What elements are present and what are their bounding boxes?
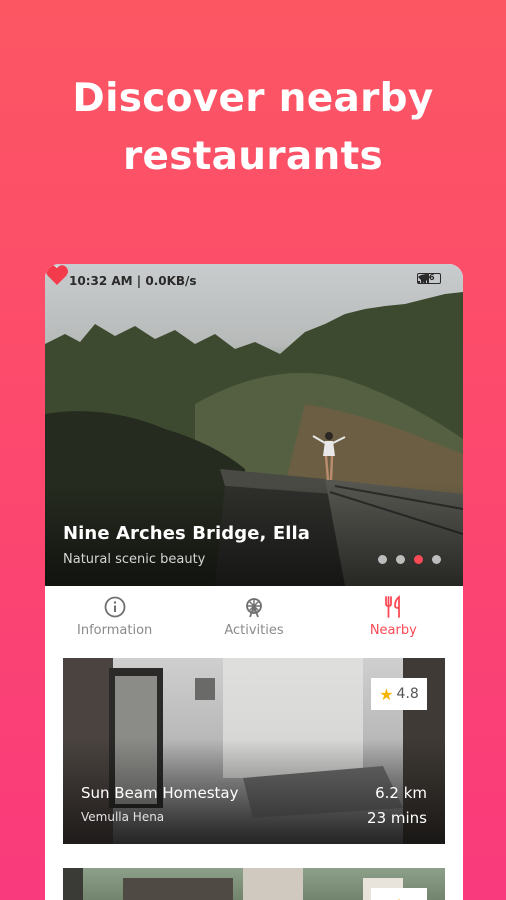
restaurant-travel-time: 23 mins [367, 809, 427, 827]
status-bar: 10:32 AM | 0.0KB/s 26 [45, 264, 463, 300]
star-icon: ★ [392, 895, 406, 900]
restaurant-card[interactable]: ★ [63, 868, 445, 900]
tab-information[interactable]: Information [45, 586, 184, 654]
status-icons: 26 [417, 273, 441, 284]
restaurant-name: Sun Beam Homestay [81, 784, 239, 802]
wifi-icon [418, 274, 430, 283]
tab-activities-label: Activities [224, 623, 284, 638]
rating-value: 4.8 [396, 686, 419, 702]
headline-line-2: restaurants [122, 134, 384, 179]
phone-screen: 10:32 AM | 0.0KB/s 26 Nine Arches Bridge… [45, 264, 463, 900]
fork-knife-icon [385, 595, 401, 618]
rating-badge: ★ 4.8 [371, 678, 427, 710]
rating-badge-partial: ★ [371, 888, 427, 900]
info-icon [104, 596, 126, 618]
tab-nearby[interactable]: Nearby [324, 586, 463, 654]
status-time: 10:32 AM | 0.0KB/s [69, 274, 197, 288]
carousel-dot[interactable] [396, 555, 405, 564]
hero-image: 10:32 AM | 0.0KB/s 26 Nine Arches Bridge… [45, 264, 463, 586]
restaurant-location: Vemulla Hena [81, 810, 165, 824]
carousel-dots [378, 555, 441, 564]
tab-activities[interactable]: Activities [184, 586, 323, 654]
carousel-dot[interactable] [432, 555, 441, 564]
ferris-wheel-icon [246, 598, 262, 618]
place-title: Nine Arches Bridge, Ella [63, 523, 311, 544]
restaurant-card[interactable]: ★ 4.8 Sun Beam Homestay Vemulla Hena 6.2… [63, 658, 445, 844]
headline: Discover nearby restaurants [0, 70, 506, 186]
favorite-heart-icon[interactable] [45, 264, 69, 286]
place-subtitle: Natural scenic beauty [63, 552, 206, 567]
carousel-dot-active[interactable] [414, 555, 423, 564]
tab-information-label: Information [77, 623, 153, 638]
carousel-dot[interactable] [378, 555, 387, 564]
headline-line-1: Discover nearby [72, 76, 434, 121]
tab-nearby-label: Nearby [369, 623, 417, 638]
star-icon: ★ [379, 684, 394, 704]
tab-bar: Information Activities Nearby [45, 586, 463, 654]
restaurant-distance: 6.2 km [375, 784, 427, 802]
